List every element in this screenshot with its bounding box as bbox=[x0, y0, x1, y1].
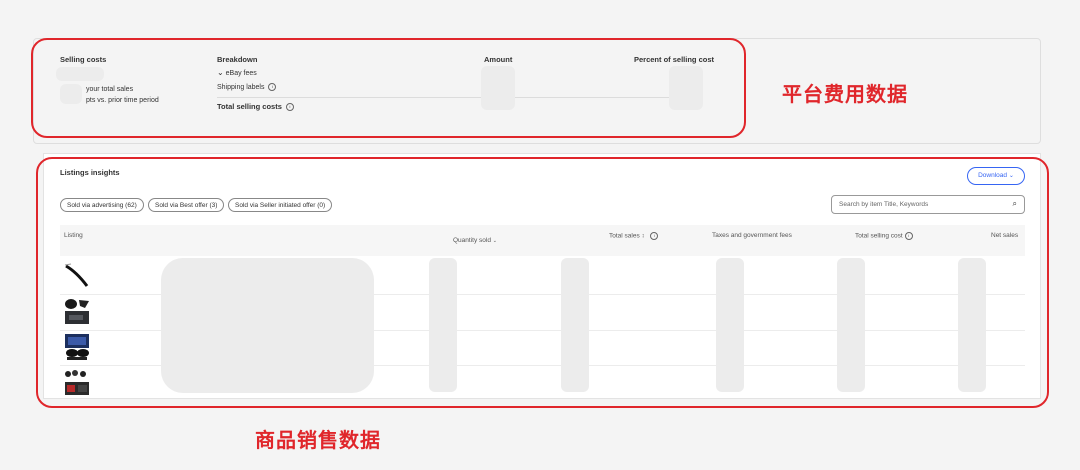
platform-fees-annotation: 平台费用数据 bbox=[782, 84, 908, 106]
product-sales-highlight bbox=[36, 157, 1049, 408]
platform-fees-highlight bbox=[31, 38, 746, 138]
product-sales-annotation: 商品销售数据 bbox=[255, 430, 381, 452]
